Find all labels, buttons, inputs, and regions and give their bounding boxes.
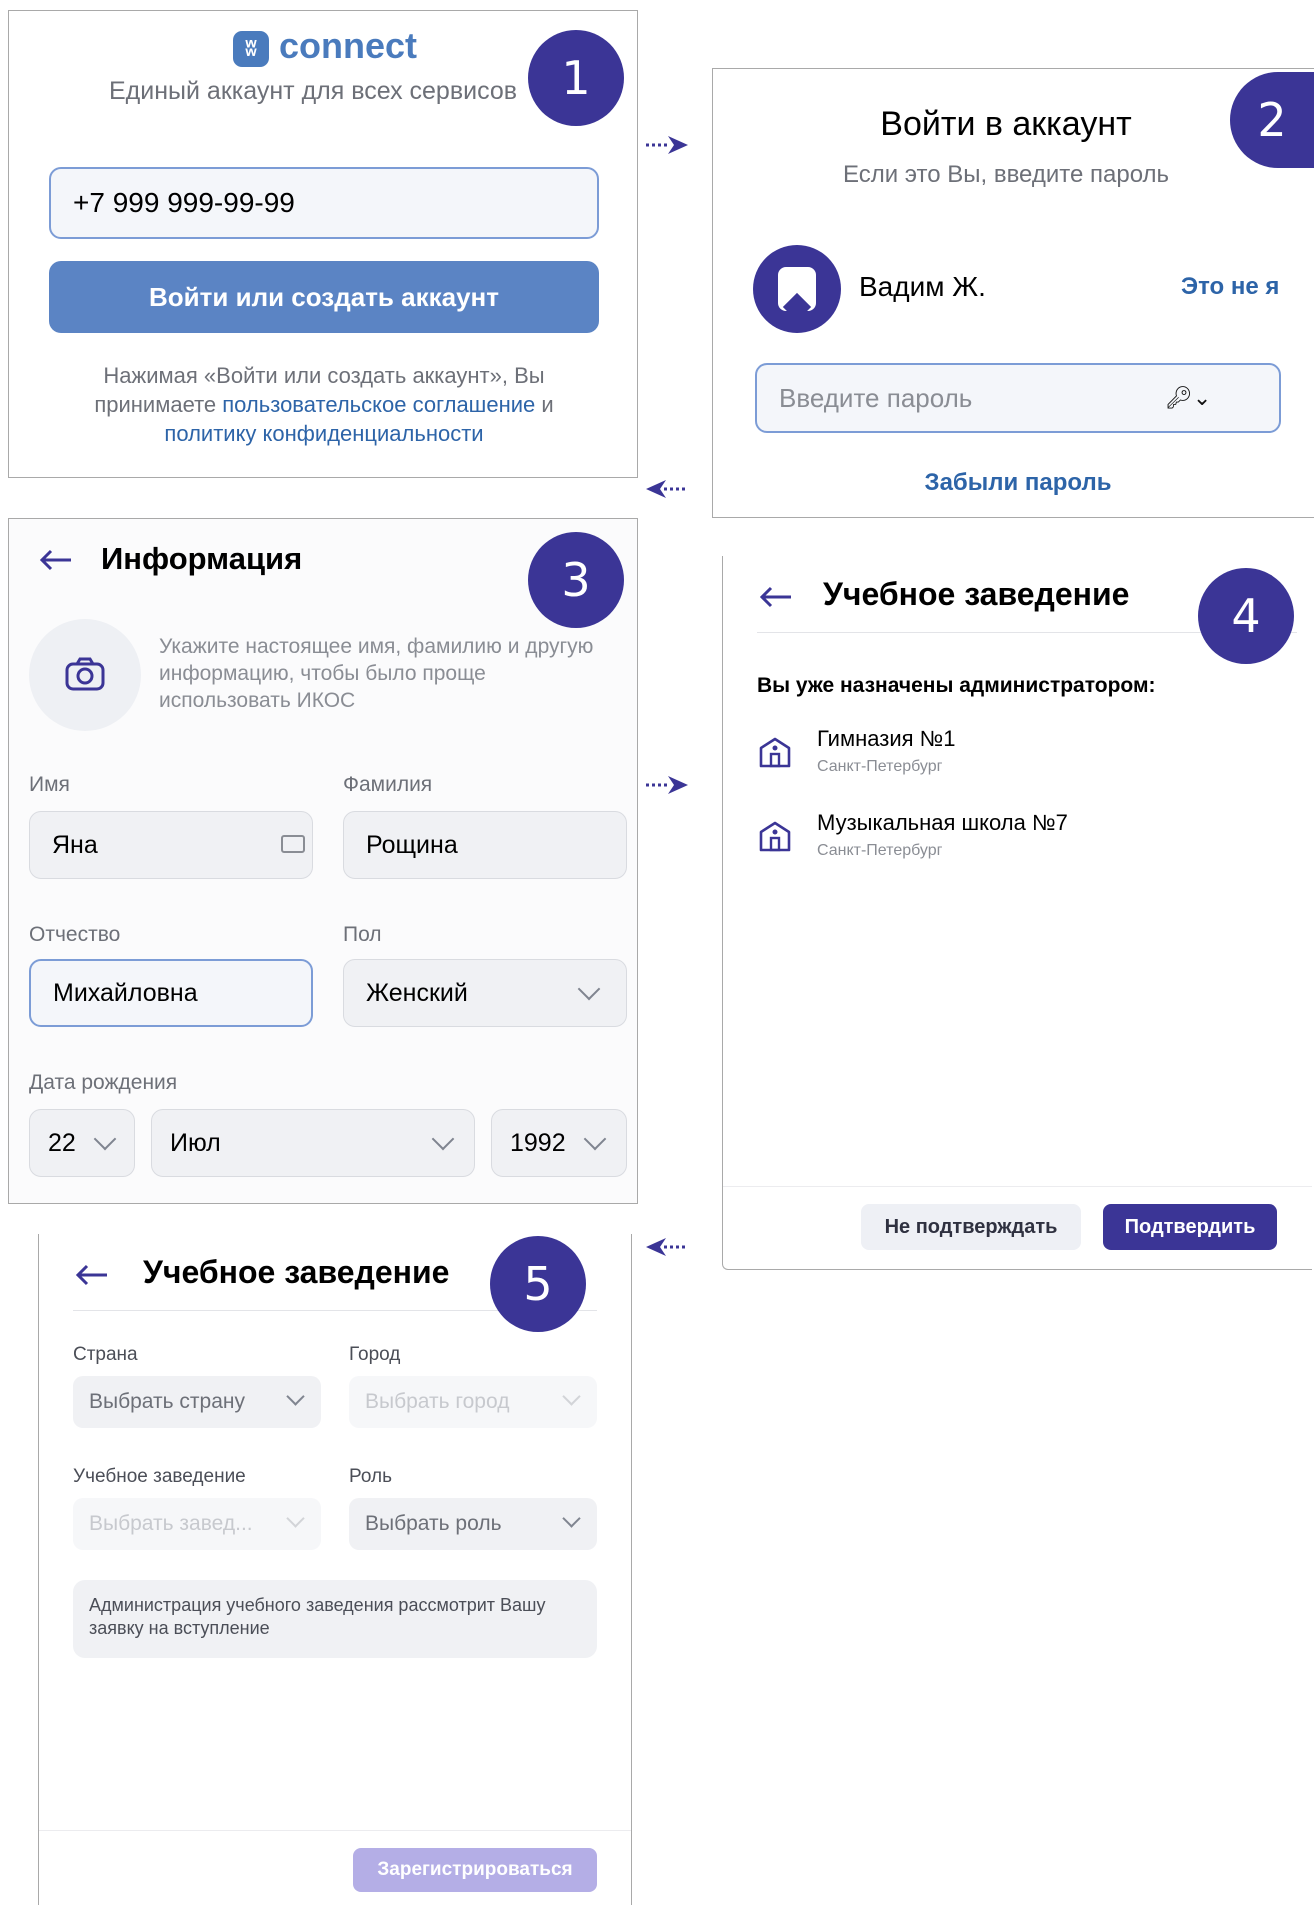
login-subtitle: Единый аккаунт для всех сервисов: [109, 77, 518, 105]
dob-year-value: 1992: [510, 1128, 566, 1157]
vk-logo-icon: ʬ: [233, 31, 269, 67]
country-select[interactable]: Выбрать страну: [73, 1376, 321, 1428]
confirm-label: Подтвердить: [1124, 1215, 1256, 1238]
footer-divider: [39, 1830, 631, 1831]
last-name-value: Рощина: [366, 830, 458, 859]
step-badge-1: 1: [528, 30, 624, 126]
logo-text: connect: [279, 25, 418, 66]
school-select: Выбрать завед...: [73, 1498, 321, 1550]
back-arrow-icon[interactable]: [39, 549, 73, 571]
gender-label: Пол: [343, 923, 382, 946]
school-building-icon: [759, 737, 791, 768]
dob-month-select[interactable]: Июл: [151, 1109, 475, 1177]
school-city: Санкт-Петербург: [817, 842, 943, 859]
password-placeholder: Введите пароль: [779, 382, 973, 413]
country-label: Страна: [73, 1344, 138, 1365]
role-placeholder: Выбрать роль: [365, 1512, 502, 1535]
arrow-left-icon: [646, 480, 688, 498]
school-label: Учебное заведение: [73, 1466, 246, 1487]
first-name-label: Имя: [29, 773, 70, 796]
back-arrow-icon[interactable]: [759, 586, 793, 608]
terms-and: и: [535, 392, 554, 417]
patronymic-input[interactable]: Михайловна: [29, 959, 313, 1027]
login-or-create-label: Войти или создать аккаунт: [149, 281, 499, 312]
not-me-link[interactable]: Это не я: [1181, 273, 1279, 301]
user-name: Вадим Ж.: [859, 271, 986, 302]
assigned-label: Вы уже назначены администратором:: [757, 674, 1156, 697]
school-name: Музыкальная школа №7: [817, 810, 1068, 835]
footer-divider: [723, 1186, 1312, 1187]
school-select-title: Учебное заведение: [143, 1254, 450, 1290]
decline-button[interactable]: Не подтверждать: [861, 1204, 1081, 1250]
school-placeholder: Выбрать завед...: [89, 1512, 253, 1535]
notice-box: Администрация учебного заведения рассмот…: [73, 1580, 597, 1658]
city-placeholder: Выбрать город: [365, 1390, 510, 1413]
role-label: Роль: [349, 1466, 392, 1487]
password-subtitle: Если это Вы, введите пароль: [842, 161, 1170, 188]
password-title: Войти в аккаунт: [880, 105, 1132, 143]
role-select[interactable]: Выбрать роль: [349, 1498, 597, 1550]
decline-label: Не подтверждать: [884, 1215, 1058, 1238]
back-arrow-icon[interactable]: [75, 1264, 109, 1286]
panel-school-assigned: Учебное заведение Вы уже назначены админ…: [722, 556, 1312, 1270]
user-agreement-link[interactable]: пользовательское соглашение: [222, 392, 535, 417]
dob-label: Дата рождения: [29, 1071, 178, 1094]
arrow-right-icon: [646, 776, 688, 794]
last-name-label: Фамилия: [343, 773, 433, 796]
register-button[interactable]: Зарегистрироваться: [353, 1848, 597, 1892]
first-name-input[interactable]: Яна: [29, 811, 313, 879]
confirm-button[interactable]: Подтвердить: [1103, 1204, 1277, 1250]
school-building-icon: [759, 821, 791, 852]
arrow-left-icon: [646, 1238, 688, 1256]
step-badge-3: 3: [528, 532, 624, 628]
register-label: Зарегистрироваться: [377, 1859, 573, 1880]
panel-school-select: Учебное заведение Страна Город Выбрать с…: [38, 1234, 632, 1905]
city-select: Выбрать город: [349, 1376, 597, 1428]
phone-input[interactable]: +7 999 999-99-99: [49, 167, 599, 239]
step-badge-5: 5: [490, 1236, 586, 1332]
last-name-input[interactable]: Рощина: [343, 811, 627, 879]
key-dropdown-icon[interactable]: 🔑︎⌄: [1165, 385, 1211, 411]
arrow-right-icon: [646, 136, 688, 154]
dob-month-value: Июл: [170, 1128, 221, 1157]
notice-text: Администрация учебного заведения рассмот…: [89, 1595, 546, 1638]
patronymic-value: Михайловна: [53, 978, 198, 1007]
dob-year-select[interactable]: 1992: [491, 1109, 627, 1177]
forgot-password-link[interactable]: Забыли пароль: [713, 469, 1314, 497]
terms-text: Нажимая «Войти или создать аккаунт», Вы …: [59, 361, 589, 448]
school-title: Учебное заведение: [823, 576, 1130, 612]
dob-day-select[interactable]: 22: [29, 1109, 135, 1177]
school-city: Санкт-Петербург: [817, 758, 943, 775]
country-placeholder: Выбрать страну: [89, 1390, 245, 1413]
user-avatar: [753, 245, 841, 333]
list-item[interactable]: Музыкальная школа №7 Санкт-Петербург: [757, 810, 1277, 870]
panel-password: Войти в аккаунт Если это Вы, введите пар…: [712, 68, 1314, 518]
patronymic-label: Отчество: [29, 923, 121, 946]
login-or-create-button[interactable]: Войти или создать аккаунт: [49, 261, 599, 333]
school-name: Гимназия №1: [817, 726, 956, 751]
contact-card-icon[interactable]: [281, 835, 305, 853]
step-badge-4: 4: [1198, 568, 1294, 664]
camera-icon: [65, 657, 105, 691]
photo-upload-button[interactable]: [29, 619, 141, 731]
first-name-value: Яна: [52, 830, 98, 859]
gender-value: Женский: [366, 978, 468, 1007]
panel-information: Информация Укажите настоящее имя, фамили…: [8, 518, 638, 1204]
list-item[interactable]: Гимназия №1 Санкт-Петербург: [757, 726, 1277, 786]
info-title: Информация: [101, 541, 303, 576]
info-hint: Укажите настоящее имя, фамилию и другую …: [159, 635, 594, 712]
phone-value: +7 999 999-99-99: [73, 187, 295, 218]
city-label: Город: [349, 1344, 401, 1365]
dob-day-value: 22: [48, 1128, 76, 1157]
privacy-policy-link[interactable]: политику конфиденциальности: [164, 421, 483, 446]
